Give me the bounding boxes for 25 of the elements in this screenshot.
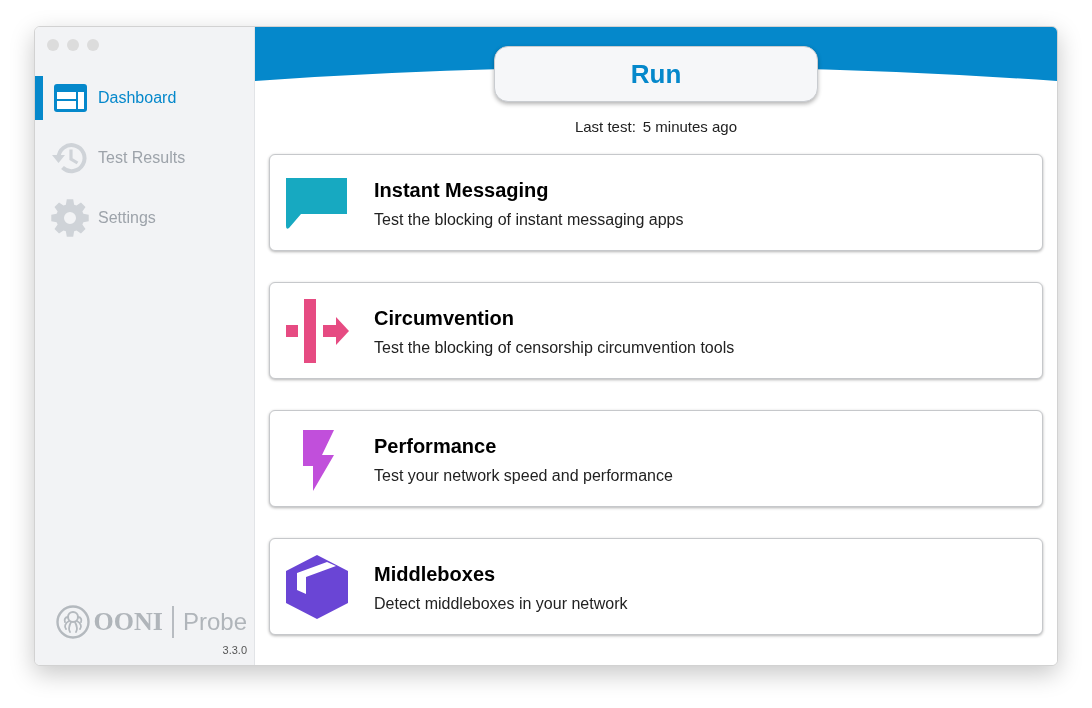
test-title: Middleboxes — [374, 562, 497, 586]
last-test-value: 5 minutes ago — [642, 118, 738, 136]
window-control-icon[interactable] — [67, 39, 79, 51]
dashboard-icon — [53, 84, 87, 112]
test-title: Performance — [374, 434, 498, 458]
test-description: Test the blocking of instant messaging apps — [374, 210, 684, 230]
test-card[interactable]: Performance Test your network speed and performance — [269, 410, 1043, 507]
window-control-icon[interactable] — [87, 39, 99, 51]
test-description: Detect middleboxes in your network — [374, 594, 628, 614]
octopus-logo-icon — [55, 605, 90, 639]
test-description: Test the blocking of censorship circumvention tools — [374, 338, 735, 358]
test-card[interactable]: Circumvention Test the blocking of censorship circumvention tools — [269, 282, 1043, 379]
test-card[interactable]: Instant Messaging Test the blocking of instant messaging apps — [269, 154, 1043, 251]
run-button[interactable]: Run — [494, 46, 818, 102]
version-text: 3.3.0 — [221, 643, 248, 658]
last-test-label: Last test: — [574, 118, 636, 136]
history-icon — [52, 140, 88, 176]
test-title: Circumvention — [374, 306, 516, 330]
logo-brand-text: OONI — [93, 606, 163, 638]
logo-product-text: Probe — [182, 607, 247, 637]
settings-icon — [51, 199, 89, 237]
test-title: Instant Messaging — [374, 178, 550, 202]
window-control-icon[interactable] — [47, 39, 59, 51]
test-description: Test your network speed and performance — [374, 466, 673, 486]
test-card[interactable]: Middleboxes Detect middleboxes in your network — [269, 538, 1043, 635]
